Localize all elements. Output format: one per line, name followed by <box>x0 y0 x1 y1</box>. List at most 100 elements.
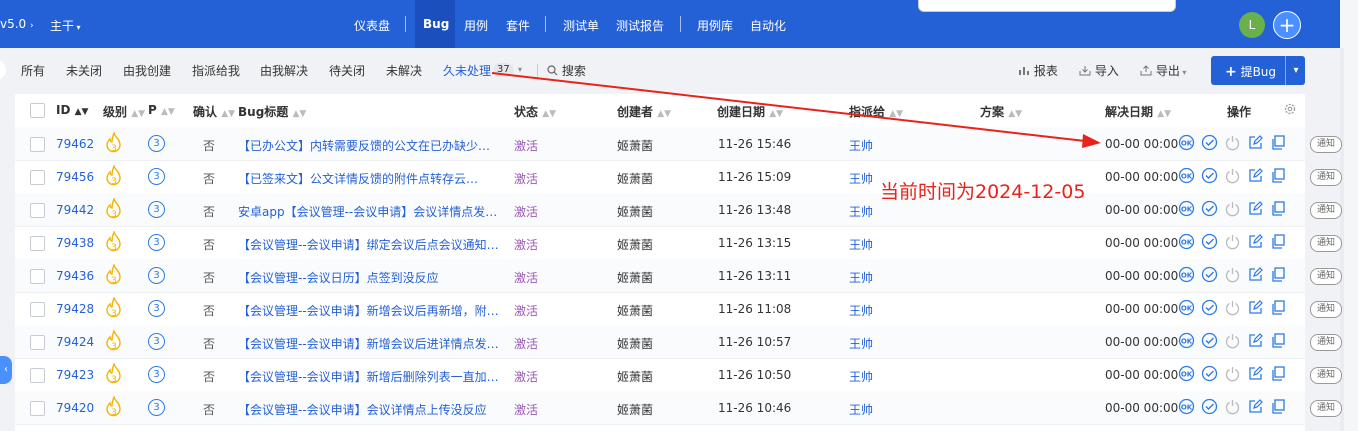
assignee-link[interactable]: 王帅 <box>849 335 873 352</box>
header-severity[interactable]: 级别 ▲▼ <box>103 103 145 120</box>
row-checkbox[interactable] <box>30 302 45 317</box>
header-resolved-date[interactable]: 解决日期 ▲▼ <box>1105 103 1171 120</box>
copy-icon[interactable] <box>1270 134 1287 151</box>
table-row[interactable]: 79424 3 3 否 【会议管理--会议申请】新增会议后进详情点发… 激活 姬萧菌 11-2… <box>15 325 1305 359</box>
close-power-icon[interactable] <box>1224 167 1241 184</box>
assignee-link[interactable]: 王帅 <box>849 401 873 418</box>
bug-id-link[interactable]: 79456 <box>56 170 94 184</box>
bug-id-link[interactable]: 79424 <box>56 335 94 349</box>
filter-assigned-to-me[interactable]: 指派给我 <box>192 62 240 79</box>
left-expand-tab[interactable]: ‹ <box>0 356 12 384</box>
table-row[interactable]: 79438 3 3 否 【会议管理--会议申请】绑定会议后点会议通知… 激活 姬萧菌 11-2… <box>15 226 1305 260</box>
close-power-icon[interactable] <box>1224 299 1241 316</box>
table-row[interactable]: 79442 3 3 否 安卓app【会议管理--会议申请】会议详情点发起… 激活 姬萧菌 11… <box>15 193 1305 227</box>
notice-button[interactable]: 通知 <box>1310 268 1342 285</box>
copy-icon[interactable] <box>1270 398 1287 415</box>
quick-add-button[interactable]: + <box>1273 11 1301 39</box>
assignee-link[interactable]: 王帅 <box>849 137 873 154</box>
edit-icon[interactable] <box>1247 398 1264 415</box>
resolve-icon[interactable] <box>1201 299 1218 316</box>
report-button[interactable]: 报表 <box>1018 62 1058 79</box>
edit-icon[interactable] <box>1247 365 1264 382</box>
table-row[interactable]: 79462 3 3 否 【已办公文】内转需要反馈的公文在已办缺少反… 激活 姬萧菌 11-26… <box>15 127 1305 161</box>
bug-id-link[interactable]: 79438 <box>56 236 94 250</box>
create-bug-button[interactable]: + 提Bug ▾ <box>1211 56 1305 85</box>
import-button[interactable]: 导入 <box>1079 62 1119 79</box>
filter-to-close[interactable]: 待关闭 <box>329 62 365 79</box>
nav-testcase[interactable]: 用例 <box>464 17 488 34</box>
filter-all[interactable]: 所有 <box>21 62 45 79</box>
copy-icon[interactable] <box>1270 233 1287 250</box>
bug-title-link[interactable]: 安卓app【会议管理--会议申请】会议详情点发起… <box>238 203 500 220</box>
table-row[interactable]: 79456 3 3 否 【已签来文】公文详情反馈的附件点转存云… 激活 姬萧菌 11-26 1… <box>15 160 1305 194</box>
create-bug-dropdown[interactable]: ▾ <box>1285 56 1306 85</box>
assignee-link[interactable]: 王帅 <box>849 368 873 385</box>
table-row[interactable]: 79428 3 3 否 【会议管理--会议申请】新增会议后再新增，附… 激活 姬萧菌 11-2… <box>15 292 1305 326</box>
close-power-icon[interactable] <box>1224 398 1241 415</box>
export-button[interactable]: 导出 ▾ <box>1140 62 1186 79</box>
edit-icon[interactable] <box>1247 167 1264 184</box>
row-checkbox[interactable] <box>30 401 45 416</box>
row-checkbox[interactable] <box>30 137 45 152</box>
notice-button[interactable]: 通知 <box>1310 367 1342 384</box>
notice-button[interactable]: 通知 <box>1310 400 1342 417</box>
header-solution[interactable]: 方案 ▲▼ <box>980 103 1022 120</box>
resolve-icon[interactable] <box>1201 398 1218 415</box>
bug-title-link[interactable]: 【已签来文】公文详情反馈的附件点转存云… <box>238 170 500 187</box>
confirm-icon[interactable]: OK <box>1178 233 1195 250</box>
header-created-date[interactable]: 创建日期 ▲▼ <box>717 103 783 120</box>
notice-button[interactable]: 通知 <box>1310 235 1342 252</box>
filter-unclosed[interactable]: 未关闭 <box>66 62 102 79</box>
resolve-icon[interactable] <box>1201 332 1218 349</box>
bug-title-link[interactable]: 【会议管理--会议申请】新增会议后再新增，附… <box>238 302 500 319</box>
bug-title-link[interactable]: 【会议管理--会议申请】会议详情点上传没反应 <box>238 401 500 418</box>
confirm-icon[interactable]: OK <box>1178 200 1195 217</box>
copy-icon[interactable] <box>1270 299 1287 316</box>
close-power-icon[interactable] <box>1224 233 1241 250</box>
bug-title-link[interactable]: 【会议管理--会议申请】新增后删除列表一直加… <box>238 368 500 385</box>
resolve-icon[interactable] <box>1201 200 1218 217</box>
close-power-icon[interactable] <box>1224 266 1241 283</box>
chevron-down-icon[interactable]: ▾ <box>518 65 522 74</box>
resolve-icon[interactable] <box>1201 365 1218 382</box>
row-checkbox[interactable] <box>30 203 45 218</box>
copy-icon[interactable] <box>1270 332 1287 349</box>
resolve-icon[interactable] <box>1201 233 1218 250</box>
assignee-link[interactable]: 王帅 <box>849 302 873 319</box>
branch-selector[interactable]: 主干 ▾ <box>50 17 81 34</box>
row-checkbox[interactable] <box>30 236 45 251</box>
settings-gear-icon[interactable] <box>1283 102 1297 119</box>
bug-title-link[interactable]: 【会议管理--会议日历】点签到没反应 <box>238 269 500 286</box>
table-row[interactable]: 79436 3 3 否 【会议管理--会议日历】点签到没反应 激活 姬萧菌 11-26 13:… <box>15 259 1305 293</box>
header-title[interactable]: Bug标题 ▲▼ <box>238 103 306 120</box>
header-status[interactable]: 状态 ▲▼ <box>514 103 556 120</box>
assignee-link[interactable]: 王帅 <box>849 203 873 220</box>
edit-icon[interactable] <box>1247 299 1264 316</box>
copy-icon[interactable] <box>1270 167 1287 184</box>
bug-title-link[interactable]: 【会议管理--会议申请】绑定会议后点会议通知… <box>238 236 500 253</box>
notice-button[interactable]: 通知 <box>1310 136 1342 153</box>
bug-title-link[interactable]: 【会议管理--会议申请】新增会议后进详情点发… <box>238 335 500 352</box>
select-all-checkbox[interactable] <box>30 103 45 118</box>
resolve-icon[interactable] <box>1201 167 1218 184</box>
filter-long-unhandled[interactable]: 久未处理 <box>443 62 491 79</box>
close-power-icon[interactable] <box>1224 200 1241 217</box>
copy-icon[interactable] <box>1270 200 1287 217</box>
assignee-link[interactable]: 王帅 <box>849 170 873 187</box>
collapse-handle[interactable] <box>0 60 6 80</box>
resolve-icon[interactable] <box>1201 134 1218 151</box>
search-button[interactable]: 搜索 <box>547 62 586 79</box>
edit-icon[interactable] <box>1247 200 1264 217</box>
nav-testtask[interactable]: 测试单 <box>563 17 599 34</box>
nav-bug[interactable]: Bug <box>423 17 449 31</box>
avatar[interactable]: L <box>1239 12 1265 38</box>
close-power-icon[interactable] <box>1224 332 1241 349</box>
notice-button[interactable]: 通知 <box>1310 202 1342 219</box>
notice-button[interactable]: 通知 <box>1310 169 1342 186</box>
notice-button[interactable]: 通知 <box>1310 334 1342 351</box>
nav-suite[interactable]: 套件 <box>506 17 530 34</box>
nav-automation[interactable]: 自动化 <box>750 17 786 34</box>
confirm-icon[interactable]: OK <box>1178 134 1195 151</box>
edit-icon[interactable] <box>1247 332 1264 349</box>
row-checkbox[interactable] <box>30 335 45 350</box>
